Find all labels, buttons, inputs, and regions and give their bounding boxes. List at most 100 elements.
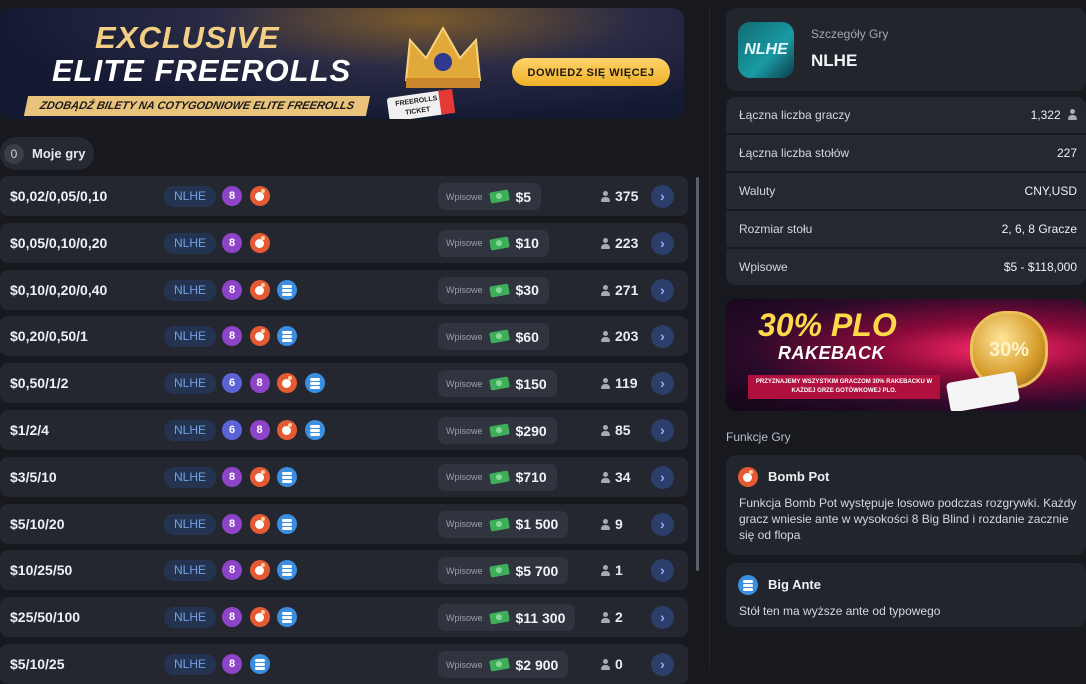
big-ante-icon <box>277 560 297 581</box>
elite-freerolls-banner[interactable]: EXCLUSIVE ELITE FREEROLLS ZDOBĄDŹ BILETY… <box>0 8 684 119</box>
buyin-label: Wpisowe <box>446 285 483 296</box>
max-8-players-badge: 8 <box>249 420 270 440</box>
open-table-chevron-icon[interactable]: › <box>651 465 674 489</box>
cash-icon <box>488 283 510 298</box>
cash-icon <box>488 470 510 485</box>
open-table-chevron-icon[interactable]: › <box>651 512 674 536</box>
table-row[interactable]: $5/10/25 NLHE 8 Wpisowe $2 900 0 › <box>0 644 688 684</box>
open-table-chevron-icon[interactable]: › <box>651 653 674 676</box>
table-row[interactable]: $0,50/1/2 NLHE 6 8 Wpisowe $150 119 › <box>0 363 688 404</box>
info-key: Waluty <box>739 184 776 198</box>
game-type-badge: NLHE <box>164 607 216 629</box>
table-row[interactable]: $3/5/10 NLHE 8 Wpisowe $710 34 › <box>0 456 688 497</box>
game-type-badge: NLHE <box>164 513 216 535</box>
player-count-value: 85 <box>615 422 631 438</box>
player-count: 223 <box>600 223 638 263</box>
buyin-label: Wpisowe <box>446 565 483 576</box>
bomb-pot-icon <box>277 420 297 440</box>
stakes-label: $0,50/1/2 <box>10 375 69 392</box>
player-count-value: 223 <box>615 234 639 251</box>
player-count-value: 119 <box>615 375 638 392</box>
table-row[interactable]: $0,02/0,05/0,10 NLHE 8 Wpisowe $5 375 › <box>0 176 688 216</box>
table-row[interactable]: $0,10/0,20/0,40 NLHE 8 Wpisowe $30 271 › <box>0 269 688 310</box>
table-row[interactable]: $0,20/0,50/1 NLHE 8 Wpisowe $60 203 › <box>0 316 688 357</box>
buyin-amount: $10 <box>515 235 539 252</box>
my-games-toggle[interactable]: 0 Moje gry <box>0 137 94 170</box>
buyin-pill: Wpisowe $290 <box>438 417 557 444</box>
buyin-amount: $30 <box>515 282 539 299</box>
learn-more-button[interactable]: DOWIEDZ SIĘ WIĘCEJ <box>512 58 670 86</box>
buyin-label: Wpisowe <box>446 659 483 670</box>
table-row[interactable]: $1/2/4 NLHE 6 8 Wpisowe $290 85 › <box>0 410 688 450</box>
buyin-label: Wpisowe <box>446 425 483 436</box>
stakes-label: $25/50/100 <box>10 609 81 626</box>
open-table-chevron-icon[interactable]: › <box>651 419 674 442</box>
open-table-chevron-icon[interactable]: › <box>651 325 674 349</box>
table-row[interactable]: $0,05/0,10/0,20 NLHE 8 Wpisowe $10 223 › <box>0 222 688 263</box>
user-icon <box>600 659 610 670</box>
table-row[interactable]: $10/25/50 NLHE 8 Wpisowe $5 700 1 › <box>0 550 688 591</box>
game-type-badge: NLHE <box>164 420 216 441</box>
table-row[interactable]: $5/10/20 NLHE 8 Wpisowe $1 500 9 › <box>0 503 688 544</box>
stakes-label: $1/2/4 <box>10 422 49 438</box>
user-icon <box>600 425 610 436</box>
promo-headline: 30% PLO <box>758 307 897 343</box>
user-icon <box>600 518 610 530</box>
game-type-badge: NLHE <box>164 373 216 395</box>
open-table-chevron-icon[interactable]: › <box>651 278 674 302</box>
open-table-chevron-icon[interactable]: › <box>651 185 674 208</box>
buyin-pill: Wpisowe $30 <box>438 276 549 304</box>
cash-icon <box>488 236 510 251</box>
open-table-chevron-icon[interactable]: › <box>651 606 674 630</box>
max-8-players-badge: 8 <box>222 466 242 487</box>
player-count: 271 <box>600 270 638 310</box>
open-table-chevron-icon[interactable]: › <box>651 372 674 396</box>
scrollbar[interactable] <box>696 177 699 571</box>
buyin-label: Wpisowe <box>446 519 483 530</box>
bomb-icon <box>738 467 758 487</box>
big-ante-icon <box>277 513 297 534</box>
max-8-players-badge: 8 <box>222 279 242 300</box>
banner-ribbon: ZDOBĄDŹ BILETY NA COTYGODNIOWE ELITE FRE… <box>23 96 371 116</box>
bomb-pot-icon <box>249 326 270 347</box>
table-row[interactable]: $25/50/100 NLHE 8 Wpisowe $11 300 2 › <box>0 597 688 638</box>
user-icon <box>600 612 610 624</box>
buyin-amount: $11 300 <box>515 609 566 626</box>
game-type-badge: NLHE <box>164 186 216 207</box>
player-count: 9 <box>600 504 623 544</box>
info-key: Wpisowe <box>739 260 788 274</box>
max-8-players-badge: 8 <box>249 373 270 394</box>
open-table-chevron-icon[interactable]: › <box>651 231 674 255</box>
info-value: 2, 6, 8 Gracze <box>1001 222 1077 236</box>
buyin-label: Wpisowe <box>446 612 483 623</box>
buyin-amount: $290 <box>515 422 547 439</box>
big-ante-icon <box>249 654 270 674</box>
info-row-table-size: Rozmiar stołu 2, 6, 8 Gracze <box>726 211 1086 247</box>
cash-icon <box>488 423 510 438</box>
user-icon <box>600 331 610 343</box>
game-type-badge: NLHE <box>164 654 216 675</box>
max-8-players-badge: 8 <box>222 654 242 674</box>
user-icon <box>600 378 610 390</box>
player-count: 375 <box>600 176 638 216</box>
buyin-pill: Wpisowe $5 <box>438 183 542 210</box>
plo-rakeback-banner[interactable]: 30% PLO RAKEBACK PRZYZNAJEMY WSZYSTKIM G… <box>726 299 1086 411</box>
buyin-amount: $1 500 <box>515 516 559 533</box>
open-table-chevron-icon[interactable]: › <box>651 559 674 583</box>
cash-icon <box>488 657 510 672</box>
stakes-label: $5/10/20 <box>10 515 65 532</box>
feature-description: Funkcja Bomb Pot występuje losowo podcza… <box>739 496 1077 542</box>
playing-cards-illustration <box>945 371 1021 411</box>
game-type-badge: NLHE <box>164 466 216 488</box>
buyin-label: Wpisowe <box>446 378 483 389</box>
my-games-label: Moje gry <box>32 146 86 161</box>
feature-card-bomb-pot: Bomb Pot Funkcja Bomb Pot występuje loso… <box>726 455 1086 555</box>
max-8-players-badge: 8 <box>222 560 242 581</box>
max-6-players-badge: 6 <box>222 373 242 394</box>
buyin-pill: Wpisowe $150 <box>438 370 557 398</box>
big-ante-icon <box>304 373 325 394</box>
game-details-card: NLHE Szczegóły Gry NLHE <box>726 8 1086 91</box>
buyin-amount: $2 900 <box>515 656 559 673</box>
buyin-amount: $60 <box>515 328 539 345</box>
crown-illustration <box>400 22 486 92</box>
